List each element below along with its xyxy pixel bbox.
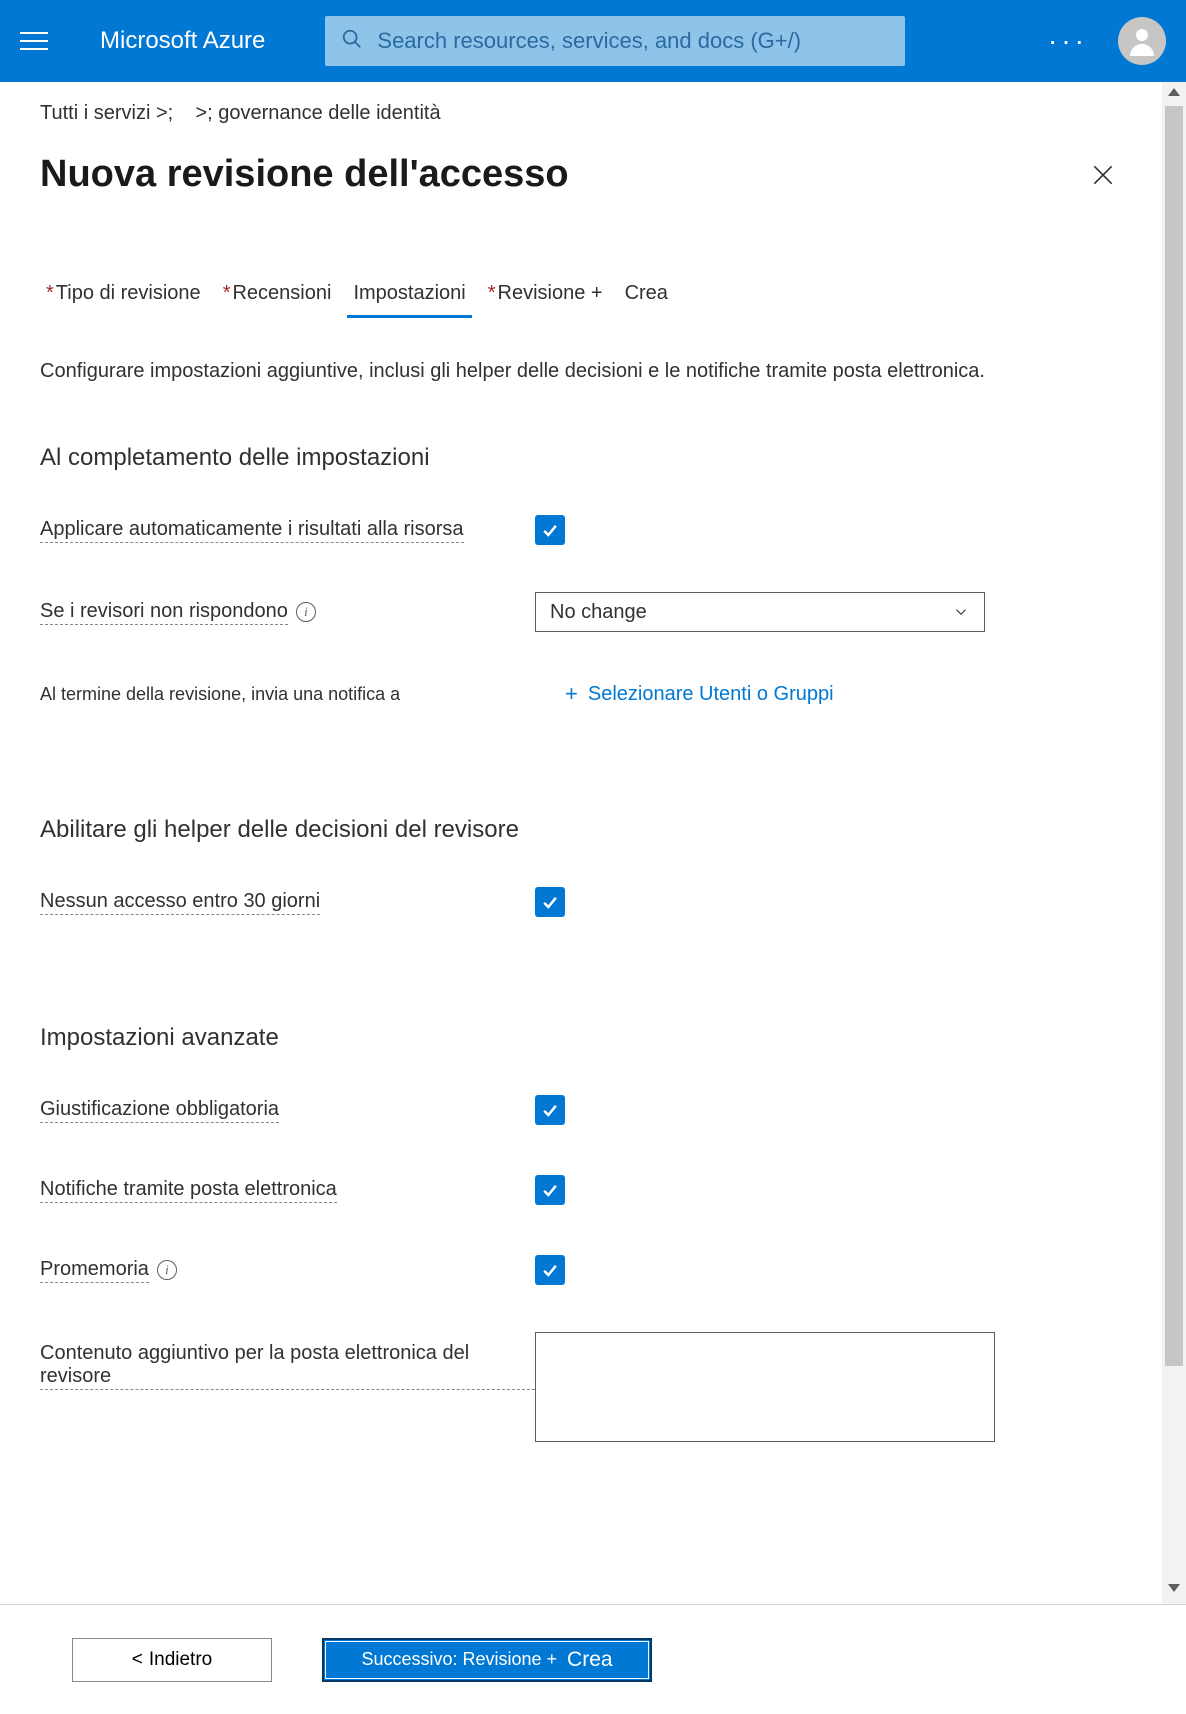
info-icon[interactable]: i — [157, 1260, 177, 1280]
tab-reviews[interactable]: *Recensioni — [217, 276, 338, 318]
plus-icon: + — [565, 681, 578, 707]
scroll-thumb[interactable] — [1165, 106, 1183, 1366]
select-no-respond-value: No change — [550, 601, 647, 624]
settings-description: Configurare impostazioni aggiuntive, inc… — [40, 358, 1146, 384]
label-extra-email: Contenuto aggiuntivo per la posta elettr… — [40, 1332, 535, 1390]
chevron-down-icon — [952, 603, 970, 621]
next-button[interactable]: Successivo: Revisione + Crea — [322, 1638, 652, 1682]
tab-review-plus[interactable]: *Revisione + — [482, 276, 609, 318]
section-completion-title: Al completamento delle impostazioni — [40, 444, 1146, 472]
azure-topbar: Microsoft Azure ··· — [0, 0, 1186, 82]
add-users-groups-button[interactable]: + Selezionare Utenti o Gruppi — [565, 681, 834, 707]
next-button-crea: Crea — [567, 1648, 613, 1672]
user-avatar[interactable] — [1118, 17, 1166, 65]
tab-settings[interactable]: Impostazioni — [347, 276, 471, 318]
scroll-down-icon[interactable] — [1168, 1584, 1180, 1592]
page-title: Nuova revisione dell'accesso — [40, 153, 1090, 196]
vertical-scrollbar[interactable] — [1162, 82, 1186, 1604]
label-no-signin: Nessun accesso entro 30 giorni — [40, 890, 535, 915]
chevron-left-icon: < — [132, 1649, 143, 1671]
brand-label: Microsoft Azure — [100, 27, 265, 55]
search-input[interactable] — [377, 28, 889, 54]
back-button-label: Indietro — [149, 1649, 212, 1671]
next-button-prefix: Successivo: Revisione + — [361, 1649, 557, 1670]
label-notify-end: Al termine della revisione, invia una no… — [40, 684, 535, 705]
label-reminders: Promemoria i — [40, 1258, 535, 1283]
label-justification: Giustificazione obbligatoria — [40, 1098, 535, 1123]
tab-review-plus-label: Revisione + — [498, 282, 603, 304]
section-advanced-title: Impostazioni avanzate — [40, 1024, 1146, 1052]
back-button[interactable]: < Indietro — [72, 1638, 272, 1682]
tab-settings-label: Impostazioni — [353, 282, 465, 304]
checkbox-no-signin[interactable] — [535, 887, 565, 917]
textarea-extra-email[interactable] — [535, 1332, 995, 1442]
breadcrumb-identity-gov[interactable]: >; governance delle identità — [195, 102, 440, 124]
checkbox-justification[interactable] — [535, 1095, 565, 1125]
tab-review-type-label: Tipo di revisione — [56, 282, 201, 304]
checkbox-email-notif[interactable] — [535, 1175, 565, 1205]
close-icon[interactable] — [1090, 162, 1116, 188]
wizard-tabs: *Tipo di revisione *Recensioni Impostazi… — [40, 276, 1146, 318]
label-auto-apply: Applicare automaticamente i risultati al… — [40, 518, 535, 543]
checkbox-auto-apply[interactable] — [535, 515, 565, 545]
tab-review-type[interactable]: *Tipo di revisione — [40, 276, 207, 318]
info-icon[interactable]: i — [296, 602, 316, 622]
hamburger-menu-icon[interactable] — [20, 21, 60, 61]
scroll-up-icon[interactable] — [1168, 88, 1180, 96]
label-no-respond: Se i revisori non rispondono i — [40, 600, 535, 625]
global-search[interactable] — [325, 16, 905, 66]
more-actions-icon[interactable]: ··· — [1048, 25, 1088, 57]
breadcrumb: Tutti i servizi >; >; governance delle i… — [40, 102, 1146, 125]
breadcrumb-all-services[interactable]: Tutti i servizi >; — [40, 102, 173, 124]
select-no-respond[interactable]: No change — [535, 592, 985, 632]
section-helpers-title: Abilitare gli helper delle decisioni del… — [40, 816, 1146, 844]
checkbox-reminders[interactable] — [535, 1255, 565, 1285]
search-icon — [341, 28, 363, 55]
tab-create-label: Crea — [625, 282, 668, 304]
tab-reviews-label: Recensioni — [232, 282, 331, 304]
wizard-footer: < Indietro Successivo: Revisione + Crea — [0, 1604, 1186, 1714]
label-email-notif: Notifiche tramite posta elettronica — [40, 1178, 535, 1203]
tab-create[interactable]: Crea — [619, 276, 674, 318]
add-users-groups-label: Selezionare Utenti o Gruppi — [588, 683, 834, 706]
